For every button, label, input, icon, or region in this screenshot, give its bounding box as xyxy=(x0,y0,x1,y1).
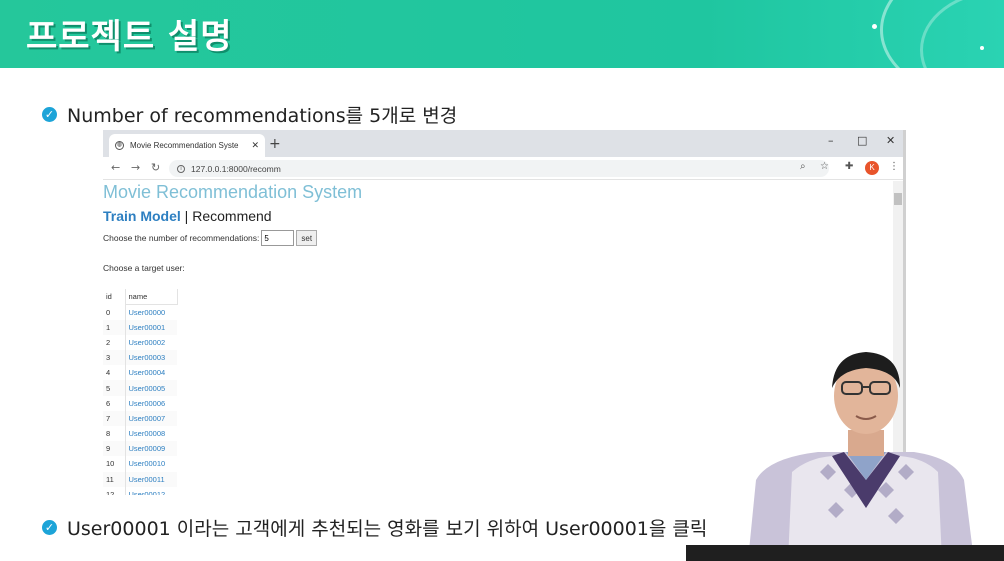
user-id-cell: 5 xyxy=(103,380,126,396)
sparkle-icon xyxy=(872,24,877,29)
user-id-cell: 6 xyxy=(103,395,126,411)
nav-separator: | xyxy=(180,208,193,224)
train-model-link[interactable]: Train Model xyxy=(103,208,181,224)
user-name-link[interactable]: User00007 xyxy=(125,410,177,426)
user-id-cell: 8 xyxy=(103,426,126,442)
recommendation-count-label: Choose the number of recommendations: xyxy=(103,233,260,243)
recommend-link[interactable]: Recommend xyxy=(192,208,271,224)
set-button[interactable]: set xyxy=(296,230,318,246)
table-row: 10 User00010 xyxy=(103,456,177,472)
bullet-change-recommendations: ✓ Number of recommendations를 5개로 변경 xyxy=(42,101,457,128)
user-name-link[interactable]: User00006 xyxy=(125,396,177,411)
table-row: 3 User00003 xyxy=(103,350,177,366)
tab-strip: ◍ Movie Recommendation Syste ✕ + – □ ✕ xyxy=(103,130,903,157)
url-text: 127.0.0.1:8000/recomm xyxy=(191,163,281,174)
user-id-cell: 10 xyxy=(103,456,126,472)
table-row: 9 User00009 xyxy=(103,441,177,457)
recommendation-count-form: Choose the number of recommendations: se… xyxy=(103,230,318,246)
table-row: 5 User00005 xyxy=(103,380,177,396)
reload-icon[interactable]: ↻ xyxy=(151,161,160,174)
user-name-link[interactable]: User00002 xyxy=(125,335,177,350)
bullet-text: Number of recommendations를 5개로 변경 xyxy=(67,105,458,127)
close-tab-icon[interactable]: ✕ xyxy=(251,140,259,151)
table-header-row: id name xyxy=(103,289,178,305)
user-name-link[interactable]: User00000 xyxy=(125,305,177,320)
new-tab-button[interactable]: + xyxy=(269,136,281,152)
table-row: 6 User00006 xyxy=(103,395,177,411)
user-name-link[interactable]: User00004 xyxy=(125,365,177,380)
back-arrow-icon[interactable]: ← xyxy=(111,161,120,174)
app-title: Movie Recommendation System xyxy=(103,182,363,202)
scrollbar-thumb[interactable] xyxy=(894,193,902,205)
user-name-link[interactable]: User00001 xyxy=(125,319,177,335)
table-row: 7 User00007 xyxy=(103,410,177,426)
bullet-text: User00001 이라는 고객에게 추천되는 영화를 보기 위하여 User0… xyxy=(67,518,708,540)
target-user-label: Choose a target user: xyxy=(103,263,185,273)
presenter-desk xyxy=(686,545,1004,561)
user-id-cell: 1 xyxy=(103,319,126,335)
globe-icon: ◍ xyxy=(115,141,124,150)
recommendation-count-input[interactable] xyxy=(261,230,295,246)
table-row: 1 User00001 xyxy=(103,319,177,335)
user-id-cell: 2 xyxy=(103,334,126,351)
puzzle-icon[interactable]: ✚ xyxy=(845,161,853,172)
id-column-header: id xyxy=(103,289,126,305)
bullet-click-user: ✓ User00001 이라는 고객에게 추천되는 영화를 보기 위하여 Use… xyxy=(42,514,707,541)
header-banner: 프로젝트 설명 xyxy=(0,0,1004,68)
info-icon[interactable]: i xyxy=(177,164,185,173)
table-row: 0 User00000 xyxy=(103,304,177,320)
minimize-button[interactable]: – xyxy=(828,134,834,147)
user-name-link[interactable]: User00009 xyxy=(125,441,177,457)
name-column-header: name xyxy=(125,289,178,305)
close-window-button[interactable]: ✕ xyxy=(886,134,895,147)
bookmark-star-icon[interactable]: ☆ xyxy=(820,161,829,172)
user-name-link[interactable]: User00008 xyxy=(125,426,177,441)
user-id-cell: 11 xyxy=(103,471,126,487)
forward-arrow-icon[interactable]: → xyxy=(131,161,140,174)
table-row: 11 User00011 xyxy=(103,471,177,487)
browser-toolbar: ← → ↻ i 127.0.0.1:8000/recomm ⌕ ☆ ✚ K ⋮ xyxy=(103,157,903,180)
user-id-cell: 7 xyxy=(103,410,126,426)
table-row: 12 User00012 xyxy=(103,486,177,495)
page-nav: Train Model | Recommend xyxy=(103,208,272,224)
user-id-cell: 3 xyxy=(103,350,126,366)
sparkle-icon xyxy=(980,46,984,50)
profile-avatar[interactable]: K xyxy=(865,161,879,175)
zoom-icon[interactable]: ⌕ xyxy=(800,161,806,172)
user-name-link[interactable]: User00005 xyxy=(125,380,177,396)
table-row: 2 User00002 xyxy=(103,334,177,351)
user-id-cell: 4 xyxy=(103,365,126,381)
table-row: 8 User00008 xyxy=(103,426,177,442)
check-circle-icon: ✓ xyxy=(42,520,57,535)
maximize-button[interactable]: □ xyxy=(857,134,867,147)
kebab-menu-icon[interactable]: ⋮ xyxy=(889,161,899,172)
user-id-cell: 0 xyxy=(103,304,126,320)
user-id-cell: 9 xyxy=(103,441,126,457)
tab-title: Movie Recommendation Syste xyxy=(130,141,239,150)
browser-tab[interactable]: ◍ Movie Recommendation Syste ✕ xyxy=(109,134,265,157)
slide-title: 프로젝트 설명 xyxy=(26,17,233,57)
presenter-video xyxy=(748,352,974,561)
user-name-link[interactable]: User00011 xyxy=(125,471,177,487)
user-id-cell: 12 xyxy=(103,486,126,495)
user-name-link[interactable]: User00012 xyxy=(125,487,177,495)
users-table-body: 0 User00000 1 User00001 2 User00002 3 User00003… xyxy=(103,304,177,495)
check-circle-icon: ✓ xyxy=(42,107,57,122)
user-name-link[interactable]: User00003 xyxy=(125,350,177,366)
users-table: id name 0 User00000 1 User00001 2 User00002 3 U… xyxy=(103,289,178,495)
lecture-slide: 프로젝트 설명 ✓ Number of recommendations를 5개로… xyxy=(0,0,1004,561)
table-row: 4 User00004 xyxy=(103,365,177,381)
address-bar[interactable]: i 127.0.0.1:8000/recomm xyxy=(169,160,829,177)
user-name-link[interactable]: User00010 xyxy=(125,456,177,471)
